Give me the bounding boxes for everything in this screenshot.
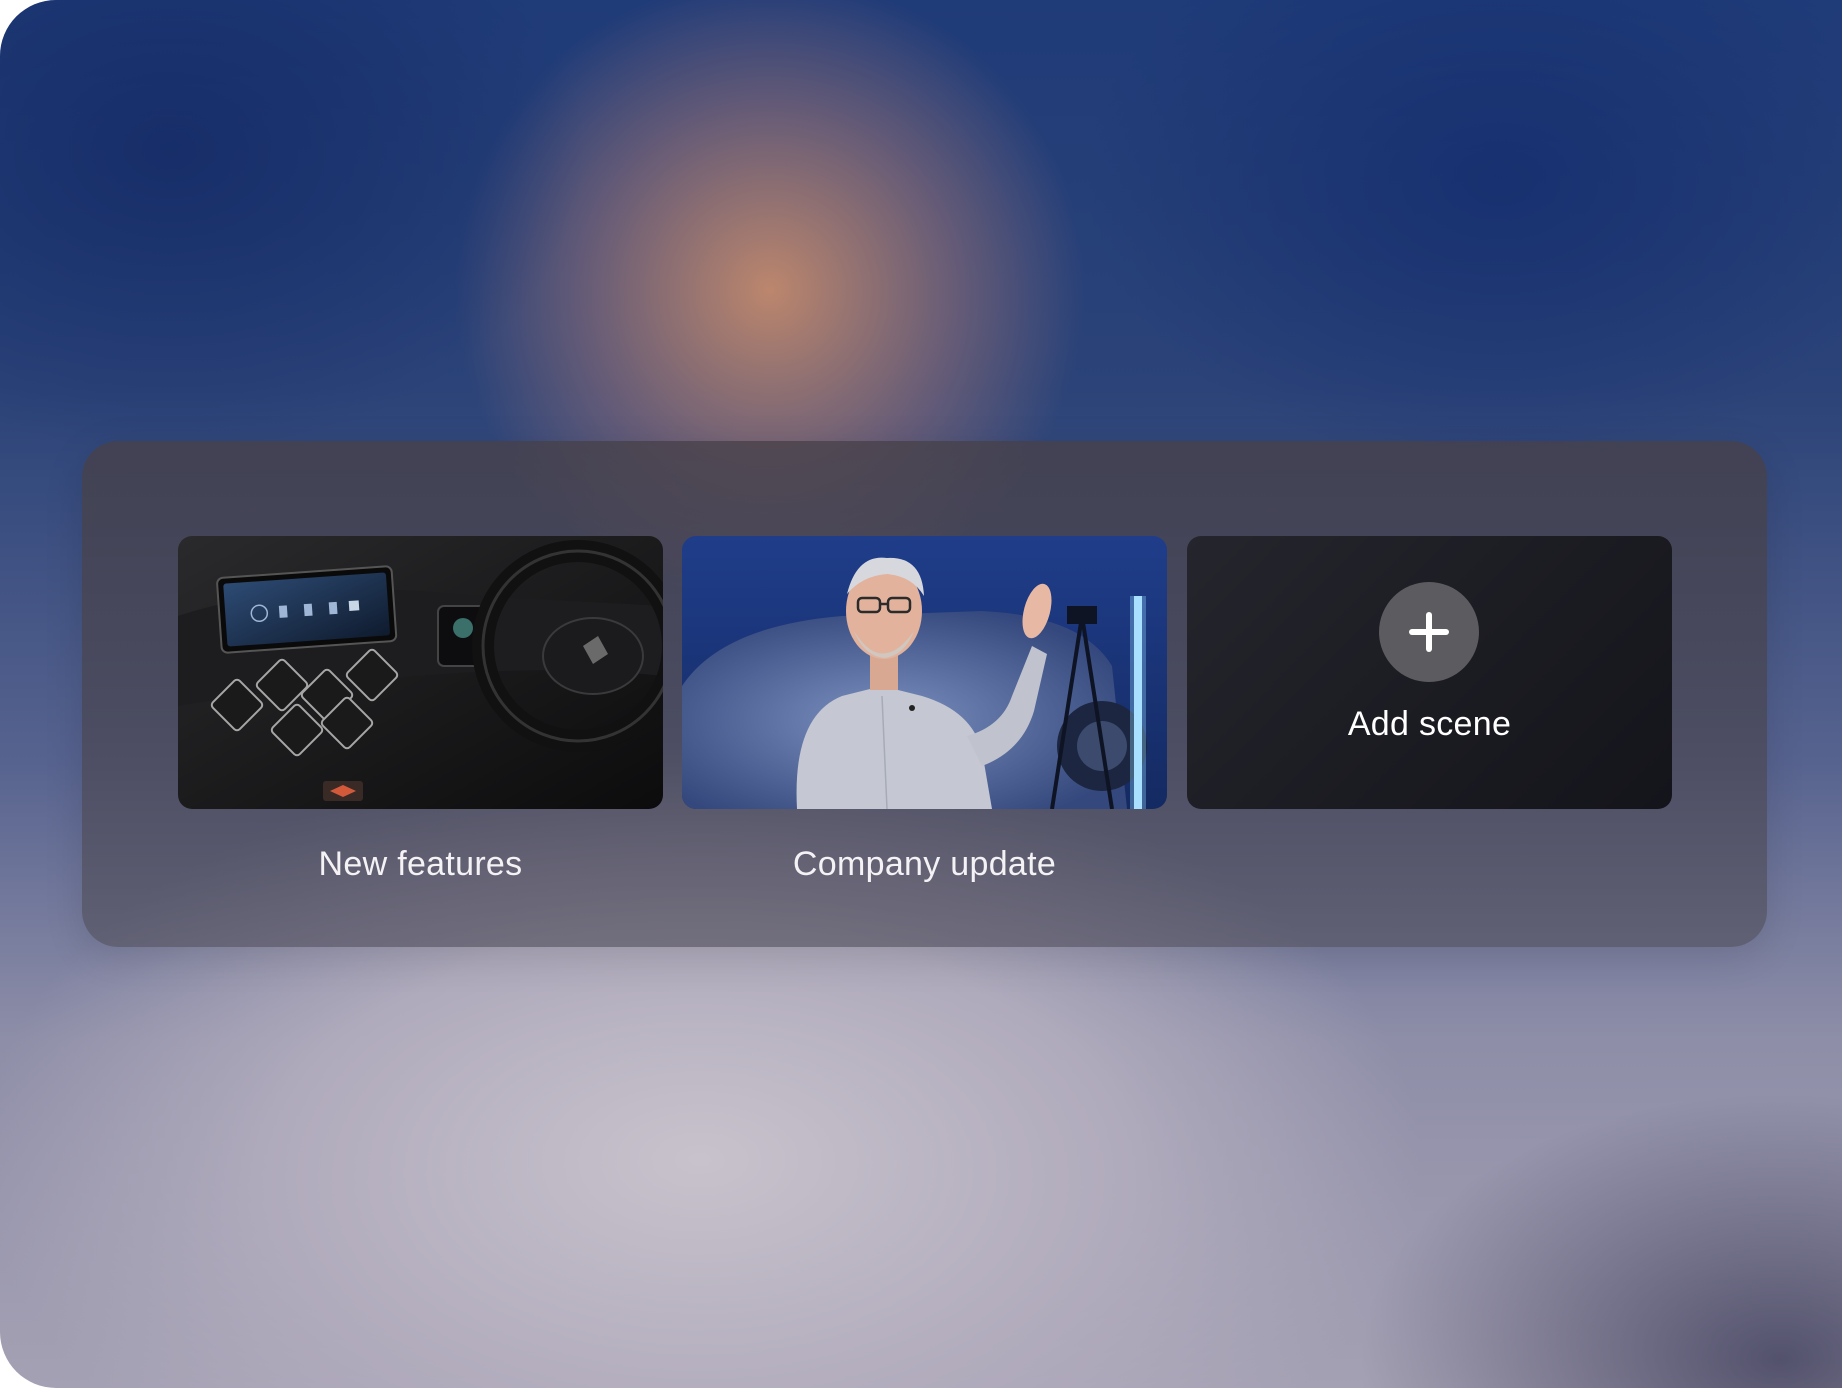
add-scene-button[interactable]: Add scene — [1187, 536, 1672, 809]
app-background: New features Company update Add scene — [0, 0, 1842, 1388]
add-scene-card[interactable]: Add scene — [1187, 536, 1672, 809]
presenter-image — [682, 536, 1167, 809]
scene-title[interactable]: New features — [178, 845, 663, 884]
scene-panel: New features Company update Add scene — [82, 441, 1767, 947]
plus-icon[interactable] — [1379, 582, 1479, 682]
scene-card-company-update[interactable]: Company update — [682, 536, 1167, 884]
add-scene-label: Add scene — [1347, 705, 1512, 743]
scene-thumbnail-presenter[interactable] — [682, 536, 1167, 809]
scene-title[interactable]: Company update — [682, 845, 1167, 884]
scene-thumbnail-car-dashboard[interactable] — [178, 536, 663, 809]
scene-card-new-features[interactable]: New features — [178, 536, 663, 884]
car-dashboard-image — [178, 536, 663, 809]
